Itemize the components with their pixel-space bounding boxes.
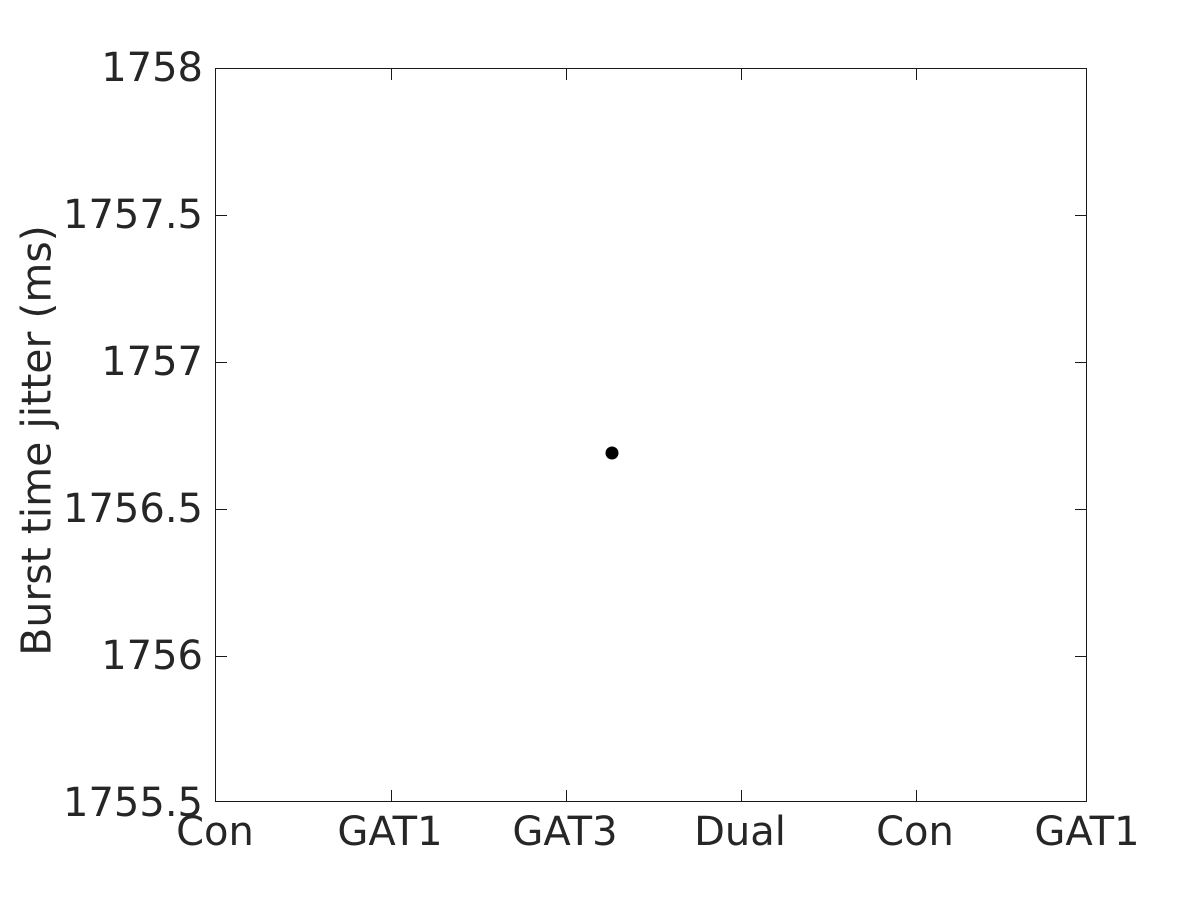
x-tick-mark-top-dual [741, 69, 742, 80]
y-tick-mark-1756-5 [216, 509, 227, 510]
y-tick-mark-1757 [216, 362, 227, 363]
x-tick-mark-top-gat3 [566, 69, 567, 80]
x-tick-mark-gat3 [566, 790, 567, 801]
y-tick-mark-right-1757-5 [1075, 215, 1086, 216]
x-tick-label-gat3: GAT3 [512, 809, 618, 855]
x-tick-mark-top-con-2 [916, 69, 917, 80]
x-tick-label-gat1-2: GAT1 [1034, 809, 1140, 855]
x-tick-mark-gat1-1 [391, 790, 392, 801]
y-tick-label-1757-5: 1757.5 [63, 192, 203, 238]
x-tick-label-con-2: Con [876, 809, 954, 855]
y-tick-label-1756-5: 1756.5 [63, 486, 203, 532]
y-tick-label-1757: 1757 [101, 339, 203, 385]
data-point [605, 446, 619, 460]
y-axis-title: Burst time jitter (ms) [12, 225, 61, 656]
x-tick-label-gat1-1: GAT1 [337, 809, 443, 855]
y-tick-mark-right-1756-5 [1075, 509, 1086, 510]
y-tick-mark-right-1757 [1075, 362, 1086, 363]
y-tick-label-1756: 1756 [101, 633, 203, 679]
plot-area[interactable] [215, 68, 1087, 802]
y-tick-mark-1757-5 [216, 215, 227, 216]
y-tick-mark-right-1756 [1075, 656, 1086, 657]
y-tick-label-1758: 1758 [101, 45, 203, 91]
x-tick-mark-dual [741, 790, 742, 801]
x-tick-mark-top-gat1-1 [391, 69, 392, 80]
figure-canvas: Burst time jitter (ms) 1758 1757.5 1757 … [0, 0, 1200, 900]
x-tick-label-con-1: Con [176, 809, 254, 855]
x-tick-mark-con-2 [916, 790, 917, 801]
x-tick-label-dual: Dual [694, 809, 786, 855]
y-tick-mark-1756 [216, 656, 227, 657]
